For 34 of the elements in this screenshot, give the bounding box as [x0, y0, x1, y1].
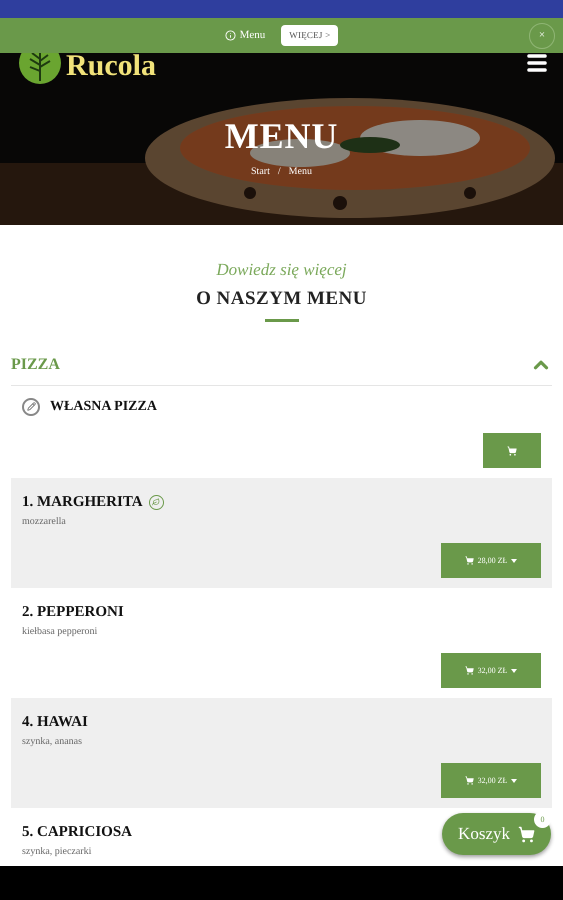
item-name: 4. HAWAI: [22, 713, 88, 731]
logo-text: Rucola: [66, 53, 156, 81]
item-name: WŁASNA PIZZA: [50, 398, 157, 416]
breadcrumb-link[interactable]: Start: [250, 164, 270, 179]
item-name: 1. MARGHERITA: [22, 493, 143, 511]
more-button[interactable]: WIĘCEJ >: [281, 25, 338, 46]
leaf-logo-icon: [18, 53, 62, 85]
item-description: szynka, pieczarki: [22, 845, 92, 859]
menu-icon[interactable]: [525, 53, 549, 75]
item-description: szynka, ananas: [22, 735, 83, 749]
close-button[interactable]: ×: [529, 22, 555, 48]
caret-icon: [511, 778, 518, 782]
cart-icon: [507, 446, 517, 456]
section-title: O NASZYM MENU: [196, 286, 367, 310]
caret-icon: [511, 558, 518, 562]
breadcrumb-separator: /: [278, 165, 281, 179]
section-subtitle: Dowiedz się więcej: [216, 259, 347, 281]
cart-icon: [518, 826, 535, 842]
price-button[interactable]: 28,00 ZŁ: [441, 543, 541, 578]
cart-icon: [464, 556, 474, 565]
banner-text: Menu: [240, 28, 266, 44]
item-name: 2. PEPPERONI: [22, 603, 124, 621]
caret-icon: [511, 668, 518, 672]
pencil-icon: [22, 398, 40, 416]
breadcrumb-current: Menu: [288, 165, 312, 179]
cart-icon: [464, 776, 474, 785]
page-title: MENU: [224, 118, 338, 154]
item-description: mozzarella: [22, 515, 67, 529]
item-description: kiełbasa pepperoni: [22, 625, 98, 639]
info-icon: [224, 30, 236, 41]
cart-icon: [464, 666, 474, 675]
price-button[interactable]: 32,00 ZŁ: [441, 763, 541, 798]
item-name: 5. CAPRICIOSA: [22, 823, 132, 841]
price-button[interactable]: 32,00 ZŁ: [441, 653, 541, 688]
